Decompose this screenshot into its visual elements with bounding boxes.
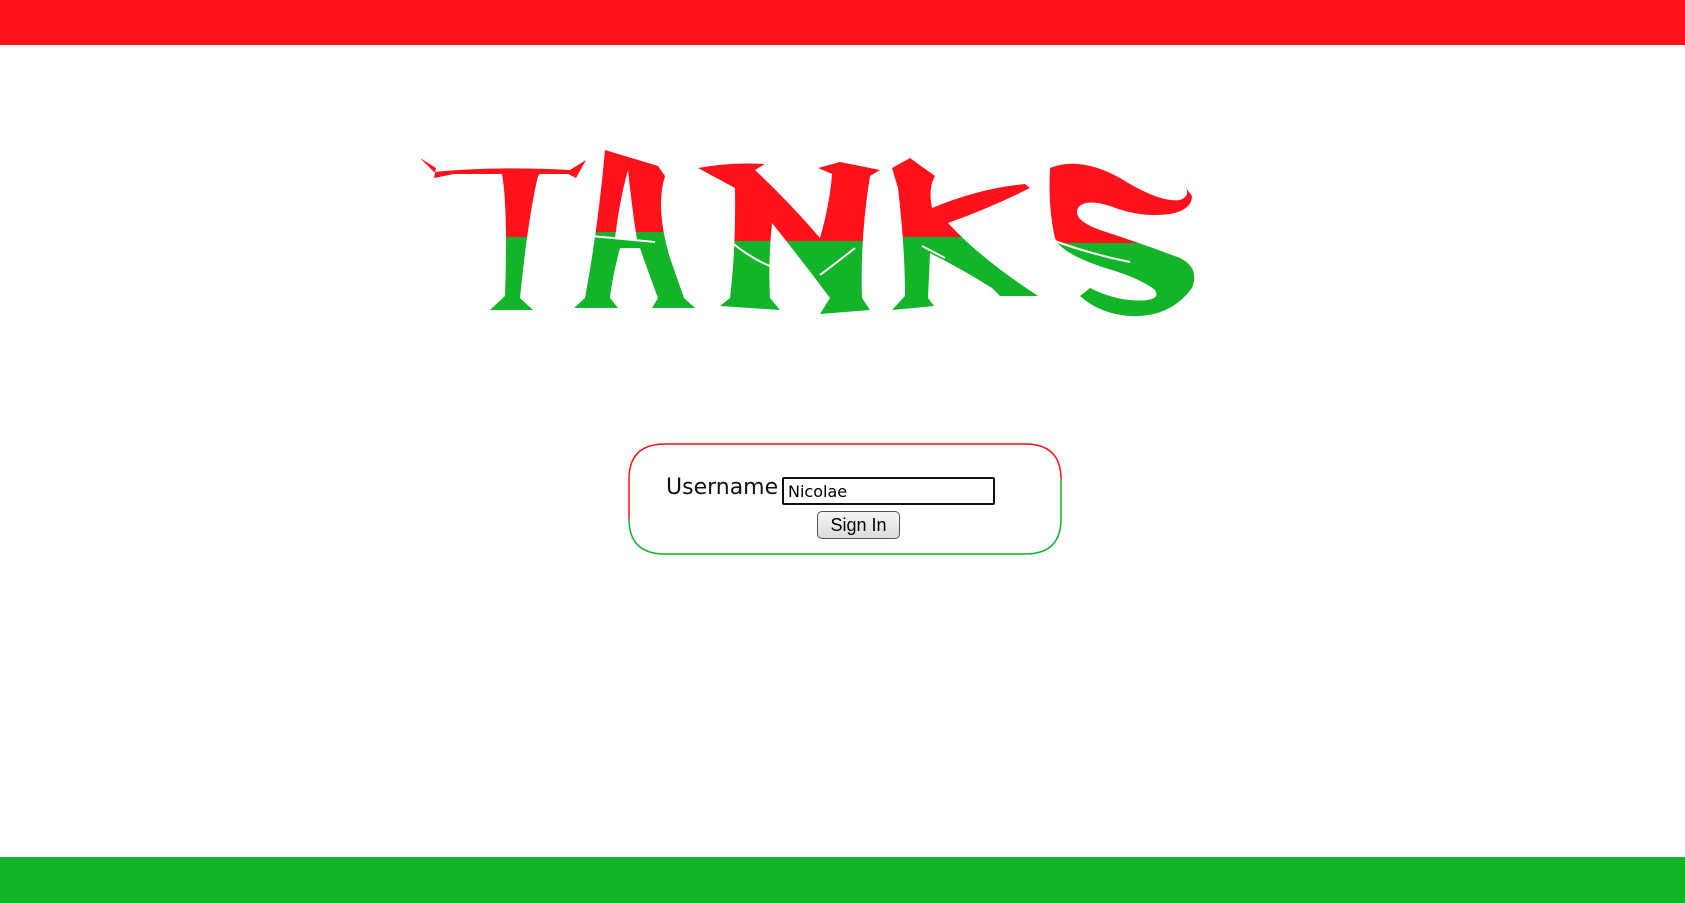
top-red-banner <box>0 0 1685 45</box>
tanks-logo <box>420 150 1195 317</box>
username-label: Username : <box>666 475 793 500</box>
login-panel: Username : Sign In <box>628 443 1062 555</box>
bottom-green-banner <box>0 857 1685 903</box>
username-input[interactable] <box>782 477 995 505</box>
sign-in-button[interactable]: Sign In <box>817 511 900 539</box>
